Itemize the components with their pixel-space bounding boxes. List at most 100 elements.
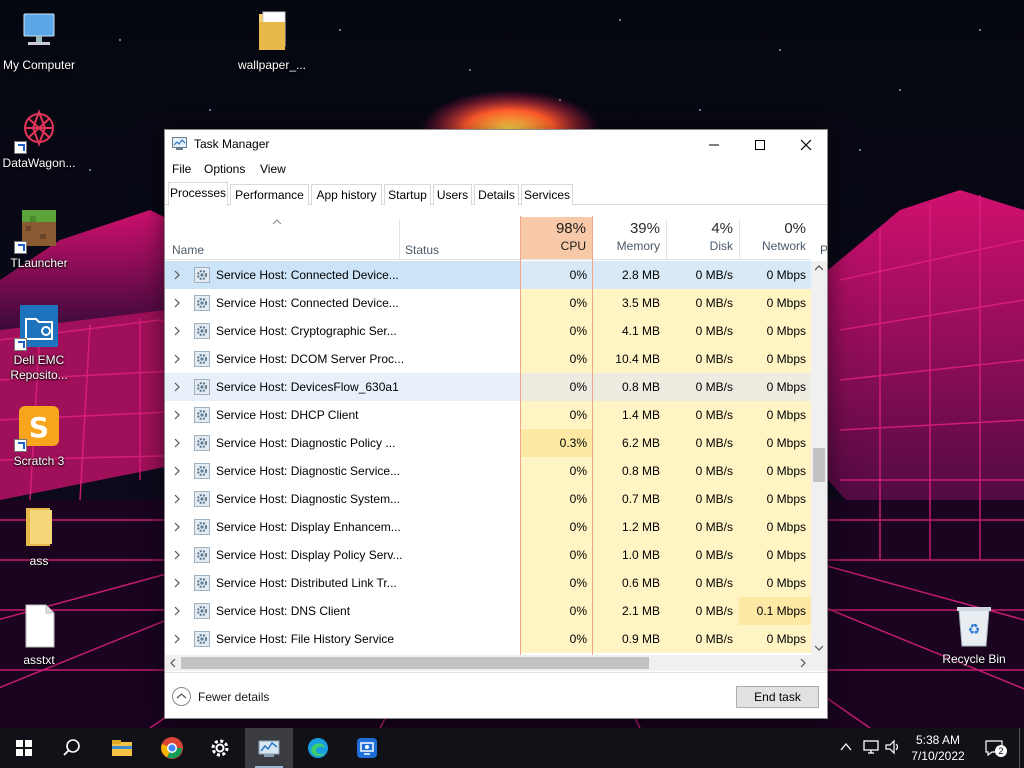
desktop-icon-wallpaper[interactable]: wallpaper_...	[230, 8, 314, 73]
file-explorer-icon	[112, 740, 132, 756]
expand-chevron-icon[interactable]	[174, 606, 180, 616]
process-row[interactable]: Service Host: Cryptographic Ser... 0% 4.1 …	[165, 317, 811, 345]
column-header-network[interactable]: 0% Network	[739, 217, 812, 259]
desktop-icon-scratch-3[interactable]: S Scratch 3	[0, 404, 81, 469]
computer-icon	[16, 8, 62, 54]
desktop-icon-dell-emc[interactable]: Dell EMC Reposito...	[0, 303, 81, 383]
column-header-name[interactable]: Name	[172, 243, 204, 257]
process-row[interactable]: Service Host: DCOM Server Proc... 0% 10.4 …	[165, 345, 811, 373]
expand-chevron-icon[interactable]	[174, 578, 180, 588]
process-row[interactable]: Service Host: Diagnostic Policy ... 0.3% 6…	[165, 429, 811, 457]
expand-chevron-icon[interactable]	[174, 298, 180, 308]
desktop-icon-asstxt[interactable]: asstxt	[0, 603, 81, 668]
horizontal-scrollbar[interactable]	[165, 655, 811, 671]
process-row[interactable]: Service Host: Connected Device... 0% 2.8 M…	[165, 261, 811, 289]
process-row[interactable]: Service Host: Diagnostic System... 0% 0.7 …	[165, 485, 811, 513]
column-header-status[interactable]: Status	[405, 243, 439, 257]
column-header-power-partial[interactable]: P	[820, 243, 828, 257]
expand-chevron-icon[interactable]	[174, 438, 180, 448]
desktop-icon-recycle-bin[interactable]: ♻ Recycle Bin	[932, 602, 1016, 667]
show-desktop-button[interactable]	[1019, 728, 1024, 768]
maximize-button[interactable]	[737, 130, 783, 158]
task-manager-app-icon	[172, 137, 187, 150]
expand-chevron-icon[interactable]	[174, 382, 180, 392]
tab-services[interactable]: Services	[521, 184, 573, 205]
minimize-button[interactable]	[691, 130, 737, 158]
taskbar-chrome[interactable]	[148, 728, 196, 768]
taskbar-file-explorer[interactable]	[98, 728, 146, 768]
process-network: 0 Mbps	[739, 457, 811, 485]
menu-file[interactable]: File	[172, 162, 191, 176]
tab-details[interactable]: Details	[474, 184, 519, 205]
taskbar-remote-desktop[interactable]	[343, 728, 391, 768]
expand-chevron-icon[interactable]	[174, 550, 180, 560]
desktop-icon-my-computer[interactable]: My Computer	[0, 8, 81, 73]
desktop-icon-tlauncher[interactable]: TLauncher	[0, 206, 81, 271]
process-memory: 0.9 MB	[593, 625, 666, 653]
desktop-icon-ass[interactable]: ass	[0, 504, 81, 569]
process-disk: 0 MB/s	[666, 373, 739, 401]
chevron-up-icon[interactable]	[840, 741, 852, 753]
title-bar[interactable]: Task Manager	[165, 130, 827, 158]
scroll-up-icon[interactable]	[815, 265, 823, 271]
column-header-memory[interactable]: 39% Memory	[593, 217, 666, 259]
search-button[interactable]	[48, 728, 96, 768]
fewer-details-toggle[interactable]	[172, 687, 191, 706]
network-icon[interactable]	[862, 739, 880, 755]
taskbar-settings[interactable]	[196, 728, 244, 768]
tab-processes[interactable]: Processes	[168, 182, 228, 206]
vertical-scrollbar[interactable]	[811, 261, 827, 655]
start-button[interactable]	[0, 728, 48, 768]
process-row[interactable]: Service Host: DHCP Client 0% 1.4 MB 0 MB/s 0…	[165, 401, 811, 429]
scroll-left-icon[interactable]	[170, 659, 176, 667]
taskbar-edge[interactable]	[294, 728, 342, 768]
column-separator	[399, 220, 400, 260]
process-row[interactable]: Service Host: Display Enhancem... 0% 1.2 M…	[165, 513, 811, 541]
process-disk: 0 MB/s	[666, 289, 739, 317]
tab-startup[interactable]: Startup	[384, 184, 431, 205]
tab-performance[interactable]: Performance	[230, 184, 309, 205]
windows-logo-icon	[16, 740, 32, 756]
process-row[interactable]: Service Host: File History Service 0% 0.9 …	[165, 625, 811, 653]
scroll-right-icon[interactable]	[800, 659, 806, 667]
column-header-cpu[interactable]: 98% CPU	[520, 217, 593, 259]
expand-chevron-icon[interactable]	[174, 326, 180, 336]
desktop-icon-label: Dell EMC Reposito...	[10, 353, 68, 382]
end-task-button[interactable]: End task	[736, 686, 819, 708]
service-gear-icon	[194, 463, 210, 479]
vertical-scrollbar-thumb[interactable]	[813, 448, 825, 482]
expand-chevron-icon[interactable]	[174, 494, 180, 504]
expand-chevron-icon[interactable]	[174, 270, 180, 280]
process-network: 0.1 Mbps	[739, 597, 811, 625]
process-disk: 0 MB/s	[666, 317, 739, 345]
fewer-details-link[interactable]: Fewer details	[198, 690, 269, 704]
menu-options[interactable]: Options	[204, 162, 245, 176]
process-row[interactable]: Service Host: DevicesFlow_630a1 0% 0.8 MB 0…	[165, 373, 811, 401]
expand-chevron-icon[interactable]	[174, 410, 180, 420]
horizontal-scrollbar-thumb[interactable]	[181, 657, 649, 669]
system-clock[interactable]: 5:38 AM 7/10/2022	[898, 732, 978, 764]
tab-app-history[interactable]: App history	[311, 184, 382, 205]
process-network: 0 Mbps	[739, 261, 811, 289]
expand-chevron-icon[interactable]	[174, 354, 180, 364]
scroll-down-icon[interactable]	[815, 645, 823, 651]
column-header-disk[interactable]: 4% Disk	[666, 217, 739, 259]
column-header-row: Name Status 98% CPU 39% Memory 4% Disk 0…	[165, 216, 828, 260]
desktop-icon-datawagon[interactable]: DataWagon...	[0, 106, 81, 171]
expand-chevron-icon[interactable]	[174, 466, 180, 476]
window-title: Task Manager	[194, 137, 270, 151]
tab-users[interactable]: Users	[433, 184, 472, 205]
notification-center-button[interactable]: 2	[984, 739, 1007, 757]
taskbar-task-manager[interactable]	[245, 728, 293, 768]
expand-chevron-icon[interactable]	[174, 522, 180, 532]
process-row[interactable]: Service Host: DNS Client 0% 2.1 MB 0 MB/s 0.…	[165, 597, 811, 625]
close-button[interactable]	[783, 130, 829, 158]
service-gear-icon	[194, 295, 210, 311]
process-row[interactable]: Service Host: Diagnostic Service... 0% 0.8…	[165, 457, 811, 485]
process-row[interactable]: Service Host: Distributed Link Tr... 0% 0.…	[165, 569, 811, 597]
expand-chevron-icon[interactable]	[174, 634, 180, 644]
menu-view[interactable]: View	[260, 162, 286, 176]
task-manager-window: Task Manager File Options View Processes…	[164, 129, 828, 719]
process-row[interactable]: Service Host: Connected Device... 0% 3.5 M…	[165, 289, 811, 317]
process-row[interactable]: Service Host: Display Policy Serv... 0% 1.…	[165, 541, 811, 569]
